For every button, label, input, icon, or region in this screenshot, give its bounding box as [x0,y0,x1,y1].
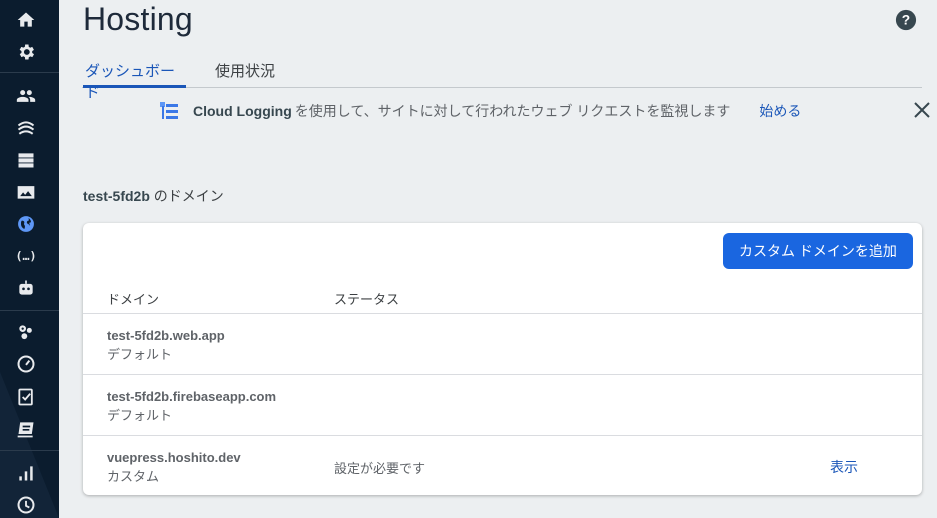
column-header-domain: ドメイン [107,292,160,307]
svg-text:(…): (…) [16,249,36,263]
settings-icon[interactable] [15,41,37,63]
test-lab-icon[interactable] [15,418,37,440]
help-icon[interactable]: ? [895,9,917,31]
sidebar: (…) [0,0,59,518]
table-row: test-5fd2b.web.app デフォルト [83,313,922,374]
tab-dashboard[interactable]: ダッシュボード [83,60,186,101]
checklist-icon[interactable] [15,386,37,408]
logging-banner: Cloud Logging を使用して、サイトに対して行われたウェブ リクエスト… [159,98,801,124]
table-row: test-5fd2b.firebaseapp.com デフォルト [83,374,922,435]
hosting-wave-icon[interactable] [15,117,37,139]
speedometer-icon[interactable] [15,353,37,375]
database-icon[interactable] [15,149,37,171]
users-icon[interactable] [15,85,37,107]
sidebar-divider [0,310,59,311]
domains-card: カスタム ドメインを追加 ドメイン ステータス test-5fd2b.web.a… [83,223,922,495]
domain-name: test-5fd2b.firebaseapp.com [107,389,277,404]
svg-text:?: ? [902,13,910,28]
sidebar-divider [0,72,59,73]
project-id: test-5fd2b [83,188,150,204]
domains-heading-suffix: のドメイン [149,188,224,204]
sidebar-divider [0,450,59,451]
logging-icon [159,101,179,121]
banner-text: を使用して、サイトに対して行われたウェブ リクエストを監視します [294,103,731,119]
home-icon[interactable] [15,9,37,31]
domain-type: デフォルト [107,408,173,423]
close-icon[interactable] [914,102,930,118]
tab-bar: ダッシュボード 使用状況 [82,58,922,101]
column-header-status: ステータス [334,292,400,307]
domain-name: test-5fd2b.web.app [107,328,225,343]
robot-icon[interactable] [15,277,37,299]
domain-type: カスタム [107,469,160,484]
table-row: vuepress.hoshito.dev カスタム 設定が必要です 表示 [83,435,922,495]
settings-gear-cluster-icon[interactable] [15,321,37,343]
main-content: Hosting ? ダッシュボード 使用状況 Cloud Logging を使用… [59,0,937,518]
globe-icon[interactable] [15,213,37,235]
domains-heading: test-5fd2b のドメイン [83,186,224,206]
functions-icon[interactable]: (…) [15,245,37,267]
domain-type: デフォルト [107,347,173,362]
domain-name: vuepress.hoshito.dev [107,450,241,465]
domain-status: 設定が必要です [334,461,426,476]
banner-brand: Cloud Logging [193,103,292,119]
image-storage-icon[interactable] [15,181,37,203]
view-link[interactable]: 表示 [830,457,858,477]
banner-start-link[interactable]: 始める [759,101,801,121]
add-custom-domain-button[interactable]: カスタム ドメインを追加 [723,233,913,269]
analytics-bar-icon[interactable] [15,462,37,484]
tab-usage[interactable]: 使用状況 [215,60,275,88]
page-title: Hosting [83,1,193,37]
clock-icon[interactable] [15,494,37,516]
